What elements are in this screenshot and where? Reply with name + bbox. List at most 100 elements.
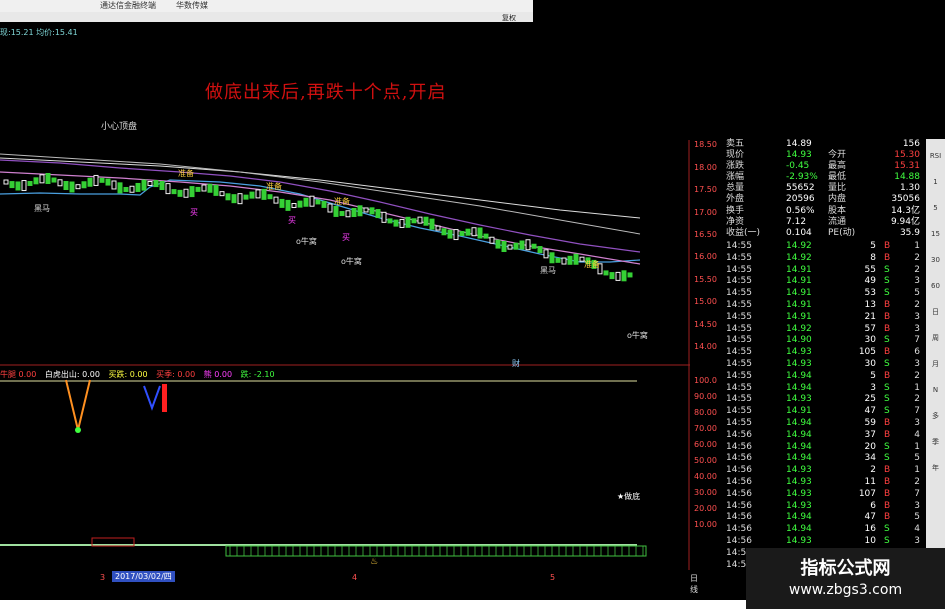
- quote-label: 净资: [726, 217, 745, 227]
- toolbar-item-日[interactable]: 日: [927, 305, 944, 320]
- toolbar-item-月[interactable]: 月: [927, 357, 944, 372]
- candle: [519, 240, 525, 250]
- candle: [441, 228, 447, 236]
- tick-price: 14.94: [786, 382, 812, 393]
- quote-summary-row: 涨跌 -0.45 最高 15.31: [724, 161, 922, 172]
- watermark: 指标公式网 www.zbgs3.com: [746, 548, 945, 609]
- candle: [93, 174, 99, 186]
- candle: [339, 211, 345, 217]
- tick-direction: B: [884, 477, 891, 487]
- candle: [15, 181, 21, 191]
- tick-row: 14:55 14.91 13 B 2: [724, 300, 922, 311]
- watermark-url: www.zbgs3.com: [788, 582, 903, 598]
- ready-label-3: 准备: [334, 197, 350, 206]
- tick-direction: S: [884, 264, 890, 275]
- tick-volume: 53: [864, 288, 876, 299]
- ma-line-white: [0, 157, 641, 219]
- quote-value: 0.104: [786, 228, 812, 238]
- candle: [51, 177, 57, 183]
- toolbar-item-周[interactable]: 周: [927, 331, 944, 346]
- indicator-item: 牛腿 0.00: [0, 370, 37, 379]
- tick-volume: 34: [864, 453, 876, 464]
- tick-price: 14.93: [786, 477, 812, 487]
- candle: [117, 182, 123, 194]
- tick-volume: 37: [864, 429, 876, 440]
- bottom-green-band: [225, 545, 647, 557]
- quote-value: 35.9: [899, 228, 920, 238]
- tick-row: 14:56 14.93 11 B 2: [724, 477, 922, 488]
- candle: [447, 229, 453, 239]
- tick-row: 14:55 14.91 55 S 2: [724, 265, 922, 276]
- tick-volume: 8: [870, 252, 876, 263]
- tick-price: 14.92: [786, 241, 812, 251]
- quote-label: 现价: [726, 150, 745, 160]
- tick-count: 3: [914, 500, 920, 511]
- toolbar-item-5[interactable]: 5: [927, 201, 944, 216]
- tick-direction: S: [884, 359, 890, 369]
- tick-row: 14:55 14.91 53 S 5: [724, 288, 922, 299]
- period-label[interactable]: 日线: [690, 573, 698, 595]
- heima-label-2: 黑马: [540, 266, 556, 275]
- tick-price: 14.91: [786, 406, 812, 417]
- candle: [315, 199, 321, 205]
- indicator-v-orange: [65, 379, 91, 431]
- toolbar-item-年[interactable]: 年: [927, 461, 944, 476]
- candle: [297, 200, 303, 208]
- tick-price: 14.91: [786, 311, 812, 322]
- candle: [465, 228, 471, 236]
- price-tick: 16.50: [694, 230, 717, 239]
- quote-value: 0.56%: [786, 206, 815, 216]
- indicator-item: 白虎出山: 0.00: [44, 370, 100, 379]
- toolbar-item-15[interactable]: 15: [927, 227, 944, 242]
- buy-label-1: 买: [190, 208, 198, 217]
- tick-volume: 47: [864, 406, 876, 417]
- tick-time: 14:55: [726, 347, 752, 358]
- tick-time: 14:55: [726, 406, 752, 417]
- quote-label: 涨幅: [726, 172, 745, 182]
- toolbar-item-N[interactable]: N: [927, 383, 944, 398]
- candle: [477, 227, 483, 239]
- tick-direction: S: [884, 335, 890, 346]
- tick-row: 14:55 14.92 8 B 2: [724, 253, 922, 264]
- quote-summary-row: 收益(一) 0.104 PE(动) 35.9: [724, 228, 922, 239]
- indicator-item: 跌: -2.10: [240, 370, 275, 379]
- tick-price: 14.93: [786, 394, 812, 405]
- candle: [537, 246, 543, 254]
- tick-row: 14:56 14.93 6 B 3: [724, 501, 922, 512]
- tick-count: 7: [914, 488, 920, 499]
- candle: [183, 188, 189, 198]
- time-axis-bar: 3 2017/03/02/四 4 5 日线: [0, 570, 698, 594]
- quote-label: 外盘: [726, 194, 745, 204]
- candle: [201, 184, 207, 192]
- tick-time: 14:56: [726, 477, 752, 487]
- tick-volume: 55: [864, 264, 876, 275]
- price-tick: 14.00: [694, 342, 717, 351]
- candle: [351, 208, 357, 218]
- tick-time: 14:55: [726, 394, 752, 405]
- candle: [543, 249, 549, 259]
- tick-row: 14:55 14.93 105 B 6: [724, 347, 922, 358]
- kline-chart[interactable]: ♨: [0, 22, 690, 570]
- toolbar-item-1[interactable]: 1: [927, 175, 944, 190]
- tick-direction: S: [884, 276, 890, 287]
- tick-row: 14:55 14.94 3 S 1: [724, 383, 922, 394]
- footer-strip: [0, 600, 746, 609]
- candle: [561, 257, 567, 265]
- candle: [627, 272, 633, 278]
- toolbar-item-多[interactable]: 多: [927, 409, 944, 424]
- tick-count: 6: [914, 347, 920, 358]
- toolbar-item-30[interactable]: 30: [927, 253, 944, 268]
- tick-row: 14:55 14.92 5 B 1: [724, 241, 922, 252]
- candle: [33, 177, 39, 185]
- quote-value: -2.93%: [786, 172, 818, 182]
- toolbar-item-60[interactable]: 60: [927, 279, 944, 294]
- candle: [27, 180, 33, 186]
- quote-panel: 卖五 14.89 156 现价 14.93 今开 15.30 涨跌 -0.45 最高 15.31 涨幅…: [724, 139, 922, 609]
- tick-price: 14.92: [786, 323, 812, 334]
- tick-volume: 13: [864, 300, 876, 310]
- toolbar-item-季[interactable]: 季: [927, 435, 944, 450]
- quote-value: 15.30: [894, 150, 920, 160]
- tick-direction: B: [884, 488, 891, 499]
- tick-row: 14:56 14.94 47 B 5: [724, 512, 922, 523]
- toolbar-item-RSI[interactable]: RSI: [927, 149, 944, 164]
